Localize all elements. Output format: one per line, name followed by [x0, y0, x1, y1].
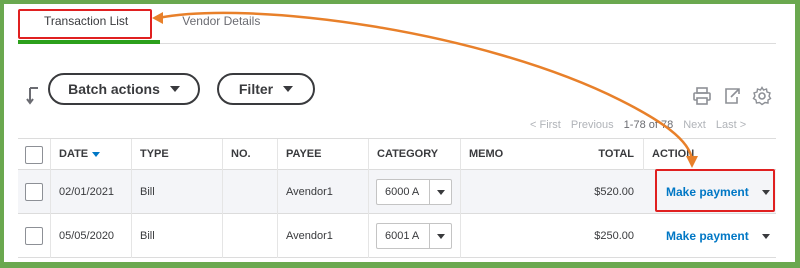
- pagination: < First Previous 1-78 of 78 Next Last >: [530, 119, 746, 131]
- column-header-category[interactable]: CATEGORY: [368, 139, 460, 170]
- sort-descending-icon: [92, 151, 101, 157]
- pagination-next[interactable]: Next: [683, 119, 706, 131]
- cell-type: Bill: [131, 214, 222, 258]
- chevron-down-icon: [283, 86, 294, 92]
- pagination-last[interactable]: Last >: [716, 119, 746, 131]
- column-header-type[interactable]: TYPE: [131, 139, 221, 170]
- filter-label: Filter: [238, 81, 274, 97]
- batch-actions-label: Batch actions: [68, 81, 160, 97]
- cell-memo: [460, 214, 542, 258]
- table-tools: [692, 86, 772, 106]
- chevron-down-icon: [169, 86, 180, 92]
- filter-button[interactable]: Filter: [217, 73, 315, 105]
- active-tab-indicator: [18, 40, 160, 44]
- cell-total: $250.00: [594, 230, 634, 242]
- category-value: 6001 A: [385, 230, 420, 242]
- select-all-checkbox[interactable]: [25, 146, 43, 164]
- column-header-total[interactable]: TOTAL: [542, 139, 642, 170]
- category-dropdown-button[interactable]: [429, 180, 451, 204]
- pagination-first[interactable]: < First: [530, 119, 561, 131]
- column-header-action: ACTION: [643, 139, 776, 170]
- cell-no: [222, 214, 277, 258]
- sort-direction-icon[interactable]: [26, 86, 42, 112]
- print-icon[interactable]: [692, 86, 712, 106]
- cell-type: Bill: [131, 170, 222, 214]
- cell-category: 6000 A: [368, 170, 460, 214]
- row-checkbox[interactable]: [25, 183, 43, 201]
- cell-payee: Avendor1: [277, 214, 368, 258]
- category-dropdown-button[interactable]: [429, 224, 451, 248]
- action-menu-chevron-icon[interactable]: [762, 234, 770, 239]
- chevron-down-icon: [437, 190, 445, 195]
- category-select[interactable]: 6000 A: [376, 179, 452, 205]
- cell-no: [222, 170, 277, 214]
- cell-total: $520.00: [594, 186, 634, 198]
- column-header-memo[interactable]: MEMO: [460, 139, 542, 170]
- export-icon[interactable]: [722, 86, 742, 106]
- make-payment-link[interactable]: Make payment: [666, 214, 749, 258]
- tab-vendor-details[interactable]: Vendor Details: [152, 8, 284, 44]
- chevron-down-icon: [437, 234, 445, 239]
- cell-category: 6001 A: [368, 214, 460, 258]
- category-select[interactable]: 6001 A: [376, 223, 452, 249]
- cell-payee: Avendor1: [277, 170, 368, 214]
- cell-date: 02/01/2021: [50, 170, 131, 214]
- table-row[interactable]: 05/05/2020 Bill Avendor1 6001 A $250.00 …: [18, 214, 776, 258]
- column-header-payee[interactable]: PAYEE: [277, 139, 368, 170]
- table-header: DATE TYPE NO. PAYEE CATEGORY MEMO TOTAL …: [18, 138, 776, 170]
- batch-actions-button[interactable]: Batch actions: [48, 73, 200, 105]
- settings-gear-icon[interactable]: [752, 86, 772, 106]
- row-checkbox[interactable]: [25, 227, 43, 245]
- cell-date: 05/05/2020: [50, 214, 131, 258]
- column-header-date[interactable]: DATE: [50, 139, 130, 170]
- cell-memo: [460, 170, 542, 214]
- column-header-no[interactable]: NO.: [222, 139, 276, 170]
- annotation-box-make-payment: [655, 169, 775, 212]
- cell-action: Make payment: [643, 214, 776, 258]
- annotation-box-transaction-list: [18, 9, 152, 39]
- pagination-range: 1-78 of 78: [623, 119, 674, 131]
- pagination-previous[interactable]: Previous: [571, 119, 614, 131]
- category-value: 6000 A: [385, 186, 420, 198]
